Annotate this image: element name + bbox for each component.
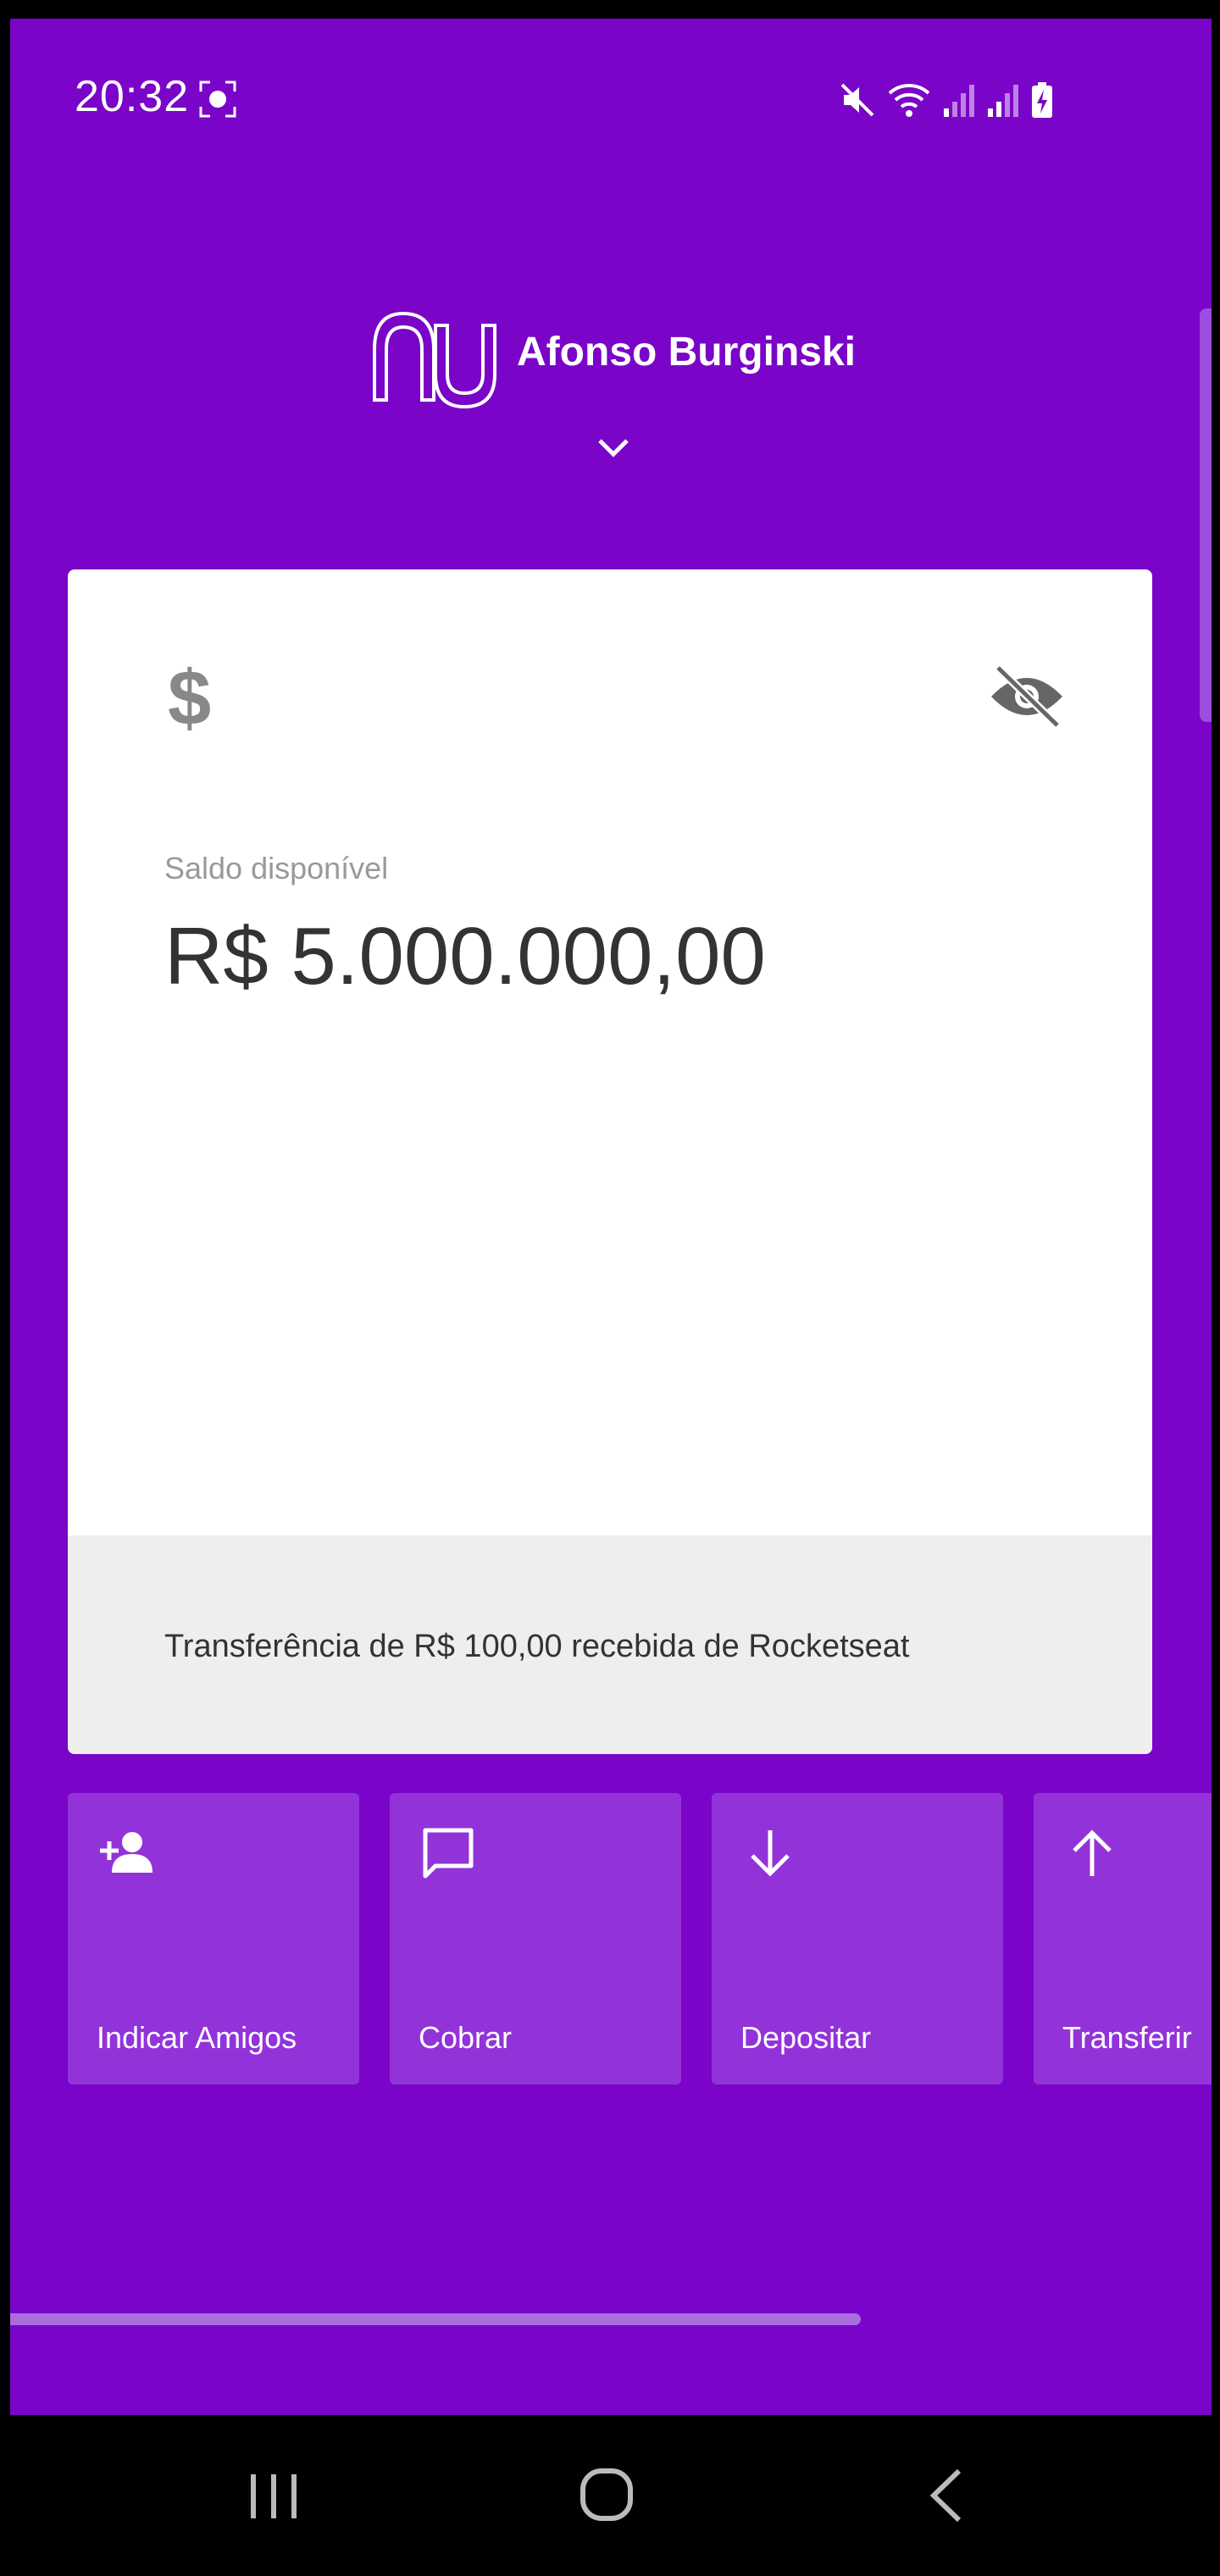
last-transaction-text: Transferência de R$ 100,00 recebida de R… xyxy=(164,1629,910,1664)
app-screen: 20:32 Afonso Burginski $ Saldo disponíve… xyxy=(10,19,1212,2415)
screen-record-icon xyxy=(199,80,236,118)
status-time: 20:32 xyxy=(75,72,190,121)
person-add-icon xyxy=(100,1832,152,1873)
vertical-scroll-indicator xyxy=(1200,308,1212,722)
nubank-logo-icon xyxy=(373,311,496,409)
action-label: Transferir xyxy=(1062,2020,1192,2055)
dollar-icon: $ xyxy=(168,655,212,741)
actions-row: Indicar Amigos Cobrar Depositar Transfer… xyxy=(68,1793,1212,2085)
action-cobrar[interactable]: Cobrar xyxy=(390,1793,681,2085)
status-icons xyxy=(839,81,1054,119)
action-label: Depositar xyxy=(740,2020,872,2055)
balance-value: R$ 5.000.000,00 xyxy=(164,911,766,1002)
action-label: Cobrar xyxy=(419,2020,513,2055)
action-depositar[interactable]: Depositar xyxy=(712,1793,1003,2085)
arrow-up-icon xyxy=(1073,1829,1112,1876)
eye-off-icon[interactable] xyxy=(988,663,1066,730)
back-icon[interactable] xyxy=(927,2468,964,2523)
user-name[interactable]: Afonso Burginski xyxy=(517,329,856,375)
balance-label: Saldo disponível xyxy=(164,851,389,886)
card-footer[interactable]: Transferência de R$ 100,00 recebida de R… xyxy=(68,1535,1152,1754)
action-transferir[interactable]: Transferir xyxy=(1034,1793,1212,2085)
chat-bubble-icon xyxy=(423,1828,474,1879)
balance-card[interactable]: $ Saldo disponível R$ 5.000.000,00 Trans… xyxy=(68,569,1152,1754)
recent-apps-icon[interactable] xyxy=(247,2471,300,2522)
system-navigation-bar xyxy=(0,2415,1220,2576)
action-label: Indicar Amigos xyxy=(97,2020,297,2055)
horizontal-scroll-indicator xyxy=(10,2313,861,2325)
chevron-down-icon[interactable] xyxy=(593,434,634,464)
signal-1-icon xyxy=(944,85,974,117)
action-indicar-amigos[interactable]: Indicar Amigos xyxy=(68,1793,359,2085)
arrow-down-icon xyxy=(751,1830,790,1877)
home-icon[interactable] xyxy=(580,2468,634,2522)
battery-charging-icon xyxy=(1032,82,1052,118)
wifi-icon xyxy=(888,84,930,117)
mute-icon xyxy=(840,83,874,117)
signal-2-icon xyxy=(988,85,1018,117)
